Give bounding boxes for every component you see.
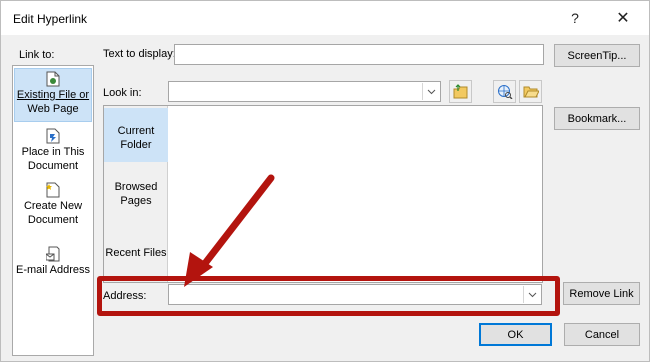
annotation-arrow-icon <box>184 174 275 287</box>
edit-hyperlink-dialog: Edit Hyperlink ? ✕ Link to: Existing Fil… <box>0 0 650 362</box>
